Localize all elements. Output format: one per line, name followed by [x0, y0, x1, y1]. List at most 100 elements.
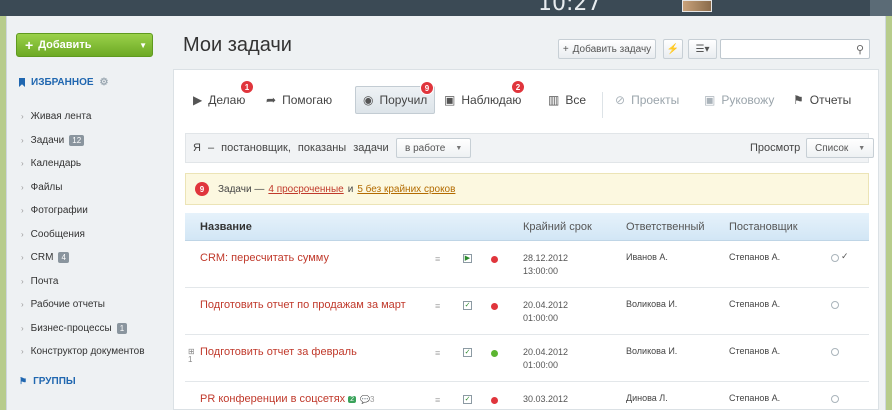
column-name[interactable]: Название	[200, 221, 252, 233]
tab-separator	[602, 92, 603, 118]
menu-icon[interactable]: ≡	[435, 395, 440, 405]
complete-radio[interactable]	[831, 395, 839, 403]
creator-cell: Степанов А.	[729, 346, 781, 356]
sidebar-item-label: Файлы	[30, 181, 63, 193]
search-input[interactable]: ⚲	[720, 39, 870, 59]
tab-doing[interactable]: ▶ Делаю 1	[193, 80, 254, 114]
top-bar: 10:27	[0, 0, 892, 16]
tab-managing[interactable]: ▣ Руковожу	[704, 86, 774, 114]
flag-icon: ⚑	[793, 93, 804, 107]
favorites-label: ИЗБРАННОЕ	[31, 77, 94, 88]
complete-radio[interactable]	[831, 301, 839, 309]
tab-reports[interactable]: ⚑ Отчеты	[793, 86, 851, 114]
tab-badge: 1	[240, 80, 254, 94]
tab-projects[interactable]: ⊘ Проекты	[615, 86, 679, 114]
no-deadline-link[interactable]: 5 без крайних сроков	[357, 184, 455, 195]
tasks-panel: ▶ Делаю 1 ➦ Помогаю ◉ Поручил 9 ▣ Наблюд…	[173, 69, 879, 410]
bookmark-icon	[19, 78, 25, 87]
task-title[interactable]: Подготовить отчет за февраль	[200, 346, 357, 358]
bullet-icon: ›	[21, 206, 24, 216]
tab-label: Помогаю	[282, 93, 333, 107]
tab-label: Наблюдаю	[461, 93, 522, 107]
tab-all[interactable]: ▥ Все	[548, 86, 586, 114]
view-select[interactable]: Список ▼	[806, 138, 875, 158]
overdue-link[interactable]: 4 просроченные	[268, 184, 343, 195]
responsible-cell: Воликова И.	[626, 299, 678, 309]
menu-icon[interactable]: ≡	[435, 254, 440, 264]
tab-helping[interactable]: ➦ Помогаю	[266, 86, 332, 114]
list-settings-button[interactable]: ☰▾	[688, 39, 717, 59]
add-task-button[interactable]: + Добавить задачу	[558, 39, 656, 59]
expand-icon[interactable]: ⊞ 1	[188, 348, 195, 364]
column-responsible[interactable]: Ответственный	[626, 221, 705, 233]
sidebar-item-photos[interactable]: › Фотографии	[21, 199, 145, 223]
inbox-icon: ▥	[548, 93, 560, 107]
count-badge: 12	[69, 134, 85, 146]
groups-header[interactable]: ⚑ ГРУППЫ	[19, 376, 76, 387]
sidebar-item-messages[interactable]: › Сообщения	[21, 223, 145, 247]
task-title[interactable]: Подготовить отчет по продажам за март	[200, 299, 406, 311]
sidebar-item-crm[interactable]: › CRM 4	[21, 246, 145, 270]
sidebar-item-tasks[interactable]: › Задачи 12	[21, 129, 145, 153]
view-label: Просмотр	[750, 142, 801, 154]
deadline-date: 30.03.2012	[523, 394, 569, 404]
sidebar-item-business-processes[interactable]: › Бизнес-процессы 1	[21, 317, 145, 341]
check-box-icon[interactable]: ✓	[463, 395, 472, 404]
sidebar-item-label: Конструктор документов	[30, 346, 145, 358]
deadline-time: 01:00:00	[523, 360, 559, 370]
groups-label: ГРУППЫ	[33, 376, 76, 387]
add-button[interactable]: + Добавить ▼	[16, 33, 153, 57]
table-row[interactable]: Подготовить отчет по продажам за март ≡ …	[185, 289, 869, 335]
task-title-cell[interactable]: PR конференции в соцсетях 2 💬3	[200, 393, 374, 405]
sidebar-item-files[interactable]: › Файлы	[21, 176, 145, 200]
table-row[interactable]: PR конференции в соцсетях 2 💬3 ≡ ✓ 30.03.2…	[185, 383, 869, 410]
responsible-cell: Иванов А.	[626, 252, 668, 262]
sidebar-item-mail[interactable]: › Почта	[21, 270, 145, 294]
bullet-icon: ›	[21, 182, 24, 192]
sidebar-item-label: Сообщения	[30, 228, 85, 240]
favorites-header[interactable]: ИЗБРАННОЕ ⚙	[19, 77, 109, 88]
sidebar-item-doc-builder[interactable]: › Конструктор документов	[21, 340, 145, 364]
tab-assigned[interactable]: ◉ Поручил 9	[355, 81, 436, 114]
check-box-icon[interactable]: ✓	[463, 301, 472, 310]
play-icon[interactable]: ▶	[463, 254, 472, 263]
check-box-icon[interactable]: ✓	[463, 348, 472, 357]
gear-icon[interactable]: ⚙	[100, 77, 109, 88]
app-frame: + Добавить ▼ ИЗБРАННОЕ ⚙ › Живая лента › З…	[6, 16, 886, 410]
task-title[interactable]: PR конференции в соцсетях	[200, 393, 345, 405]
task-title[interactable]: CRM: пересчитать сумму	[200, 252, 329, 264]
deadline-date: 28.12.2012	[523, 253, 569, 263]
add-button-label: Добавить	[38, 39, 92, 51]
sidebar-item-label: Живая лента	[30, 111, 92, 123]
menu-icon[interactable]: ≡	[435, 348, 440, 358]
quick-action-button[interactable]: ⚡	[663, 39, 683, 59]
check-icon[interactable]: ✓	[841, 251, 849, 262]
tab-watching[interactable]: ▣ Наблюдаю 2	[444, 80, 525, 114]
deadline-cell: 28.12.2012 13:00:00	[523, 252, 568, 278]
sidebar-item-calendar[interactable]: › Календарь	[21, 152, 145, 176]
sidebar-item-label: Календарь	[30, 158, 82, 170]
column-creator[interactable]: Постановщик	[729, 221, 798, 233]
bullet-icon: ›	[21, 300, 24, 310]
filter-text: Я – постановщик, показаны задачи	[193, 142, 389, 154]
chevron-down-icon: ▼	[858, 144, 866, 152]
complete-radio[interactable]	[831, 254, 839, 262]
column-deadline[interactable]: Крайний срок	[523, 221, 592, 233]
clock: 10:27	[538, 0, 602, 16]
tab-label: Делаю	[208, 93, 246, 107]
sidebar-item-work-reports[interactable]: › Рабочие отчеты	[21, 293, 145, 317]
eye-icon: ◉	[363, 93, 374, 107]
status-select[interactable]: в работе ▼	[396, 138, 472, 158]
user-avatar[interactable]	[682, 0, 712, 12]
sidebar-item-label: Бизнес-процессы	[30, 322, 112, 334]
lightning-icon: ⚡	[666, 43, 680, 55]
complete-radio[interactable]	[831, 348, 839, 356]
sidebar-item-feed[interactable]: › Живая лента	[21, 105, 145, 129]
deadline-date: 20.04.2012	[523, 347, 569, 357]
menu-icon[interactable]: ≡	[435, 301, 440, 311]
table-row[interactable]: CRM: пересчитать сумму ≡ ▶ 28.12.2012 13:…	[185, 242, 869, 288]
bullet-icon: ›	[21, 323, 24, 333]
deadline-cell: 30.03.2012	[523, 393, 568, 406]
bullet-icon: ›	[21, 276, 24, 286]
table-row[interactable]: ⊞ 1 Подготовить отчет за февраль ≡ ✓ 20.0…	[185, 336, 869, 382]
